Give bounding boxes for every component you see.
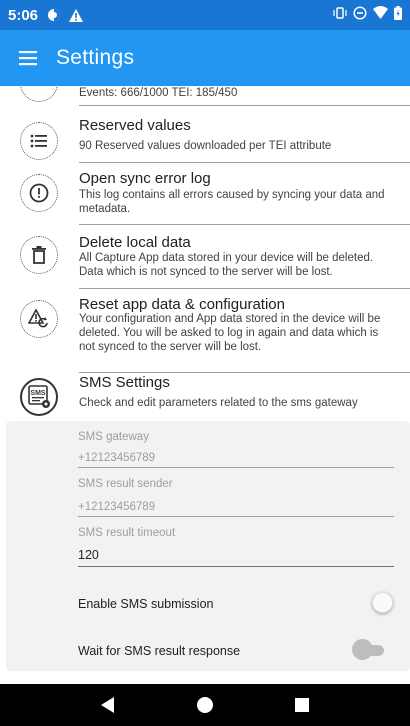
battery-icon	[394, 5, 402, 25]
warning-icon	[68, 7, 84, 23]
reserved-values-title: Reserved values	[79, 117, 191, 134]
sms-settings-desc: Check and edit parameters related to the…	[79, 397, 358, 409]
sms-settings-icon: SMS	[20, 378, 58, 416]
settings-list[interactable]: Events: 666/1000 TEI: 185/450 Reserved v…	[0, 86, 410, 684]
exclamation-circle-icon	[20, 174, 58, 212]
reset-app-title: Reset app data & configuration	[79, 296, 285, 313]
delete-local-data-title: Delete local data	[79, 234, 191, 251]
sync-icon	[20, 86, 58, 102]
sms-result-timeout-label: SMS result timeout	[78, 527, 176, 539]
back-triangle-icon	[101, 697, 115, 713]
reserved-values-desc: 90 Reserved values downloaded per TEI at…	[79, 140, 332, 152]
sync-status-desc: Events: 666/1000 TEI: 185/450	[79, 87, 238, 99]
reserved-values-item[interactable]: Reserved values 90 Reserved values downl…	[0, 108, 410, 162]
page-title: Settings	[56, 46, 135, 69]
recents-square-icon	[294, 698, 309, 712]
wifi-icon	[373, 6, 388, 24]
sms-gateway-underline	[78, 467, 394, 468]
sms-settings-item[interactable]: SMS SMS Settings Check and edit paramete…	[0, 374, 410, 420]
divider	[79, 162, 410, 163]
sms-result-timeout-underline	[78, 566, 394, 567]
toggle-thumb	[352, 639, 373, 660]
data-saver-icon	[46, 7, 62, 23]
enable-sms-submission-label: Enable SMS submission	[78, 597, 214, 611]
wait-sms-response-toggle[interactable]	[352, 639, 388, 661]
toggle-thumb	[372, 592, 393, 613]
sms-result-timeout-field[interactable]: 120	[78, 548, 99, 562]
vibrate-icon	[333, 6, 347, 25]
sms-gateway-label: SMS gateway	[78, 431, 149, 443]
status-bar: 5:06	[0, 0, 410, 30]
reset-warning-icon	[20, 300, 58, 338]
divider	[79, 105, 410, 106]
sync-error-log-item[interactable]: Open sync error log This log contains al…	[0, 164, 410, 224]
do-not-disturb-icon	[353, 5, 367, 25]
system-nav-bar	[0, 684, 410, 726]
sms-result-sender-label: SMS result sender	[78, 478, 173, 490]
sms-settings-title: SMS Settings	[79, 374, 170, 391]
hamburger-menu-icon[interactable]	[0, 30, 56, 86]
reset-app-desc: Your configuration and App data stored i…	[79, 313, 381, 353]
back-button[interactable]	[93, 690, 123, 720]
delete-local-data-item[interactable]: Delete local data All Capture App data s…	[0, 226, 410, 288]
app-bar: Settings	[0, 30, 410, 86]
trash-icon	[20, 236, 58, 274]
enable-sms-submission-toggle[interactable]	[368, 592, 404, 614]
sms-gateway-field[interactable]: +12123456789	[78, 452, 155, 464]
sms-settings-panel: SMS gateway +12123456789 SMS result send…	[6, 421, 410, 671]
recents-button[interactable]	[287, 690, 317, 720]
delete-local-data-desc: All Capture App data stored in your devi…	[79, 252, 374, 278]
divider	[79, 372, 410, 373]
sms-result-sender-underline	[78, 516, 394, 517]
reset-app-item[interactable]: Reset app data & configuration Your conf…	[0, 290, 410, 372]
home-button[interactable]	[190, 690, 220, 720]
status-time: 5:06	[8, 6, 39, 24]
wait-sms-response-label: Wait for SMS result response	[78, 644, 241, 658]
sms-result-sender-field[interactable]: +12123456789	[78, 501, 155, 513]
divider	[79, 224, 410, 225]
sms-icon-text: SMS	[30, 390, 46, 397]
status-icons	[333, 5, 402, 25]
divider	[79, 288, 410, 289]
sync-error-log-title: Open sync error log	[79, 170, 211, 187]
sync-error-log-desc: This log contains all errors caused by s…	[79, 189, 385, 215]
list-icon	[20, 122, 58, 160]
home-circle-icon	[196, 697, 213, 713]
